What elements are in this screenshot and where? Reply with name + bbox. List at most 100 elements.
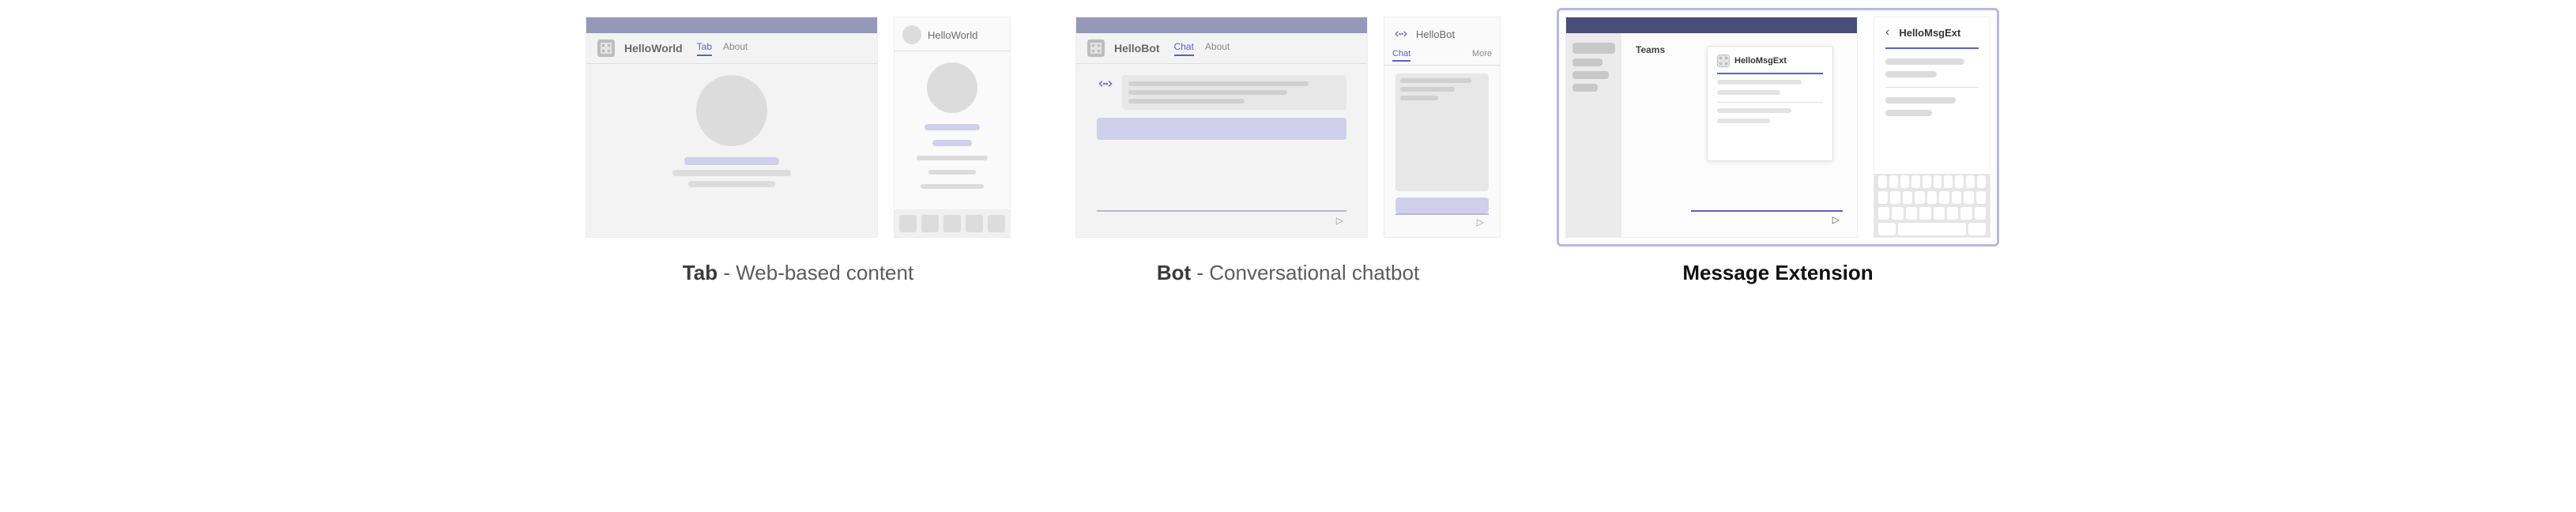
appbar-item[interactable]: [943, 215, 961, 232]
skeleton-line: [1400, 87, 1455, 92]
msgext-content: Teams HelloMsgExt: [1621, 33, 1857, 237]
caption-rest: - Conversational chatbot: [1191, 261, 1419, 284]
caption-rest: - Web-based content: [717, 261, 913, 284]
bot-message: [1097, 75, 1346, 110]
appbar-item[interactable]: [988, 215, 1005, 232]
skeleton-line: [684, 157, 779, 165]
key[interactable]: [1919, 207, 1930, 220]
keyboard-row: [1878, 175, 1986, 188]
key[interactable]: [1968, 223, 1986, 235]
appbar-item[interactable]: [921, 215, 939, 232]
skeleton-line: [1885, 110, 1932, 116]
mobile-tab-more[interactable]: More: [1472, 49, 1492, 62]
msgext-pair: Teams HelloMsgExt: [1557, 8, 1999, 247]
msgext-group: Teams HelloMsgExt: [1557, 8, 1999, 285]
back-icon[interactable]: ‹: [1882, 25, 1892, 40]
divider: [1717, 102, 1823, 103]
key[interactable]: [1878, 175, 1887, 188]
key[interactable]: [1964, 191, 1973, 204]
skeleton-line: [932, 140, 972, 146]
key[interactable]: [1889, 175, 1898, 188]
appbar-item[interactable]: [966, 215, 983, 232]
code-icon: [1097, 75, 1114, 92]
tab-mobile-window: HelloWorld: [894, 17, 1011, 238]
mobile-compose[interactable]: ▷: [1395, 213, 1489, 229]
key[interactable]: [1903, 191, 1912, 204]
sidebar-block: [1572, 71, 1609, 79]
keyboard-row: [1878, 191, 1986, 204]
window-titlebar: [586, 17, 877, 33]
skeleton-line: [928, 170, 976, 175]
mobile-body: [1874, 46, 1990, 174]
key[interactable]: [1952, 191, 1961, 204]
bot-mobile-window: HelloBot Chat More ▷: [1384, 17, 1501, 238]
key[interactable]: [1892, 207, 1903, 220]
tab-chat[interactable]: Chat: [1174, 41, 1194, 56]
mobile-header: HelloBot: [1384, 17, 1500, 49]
tab-about[interactable]: About: [1205, 41, 1230, 56]
send-icon[interactable]: ▷: [1336, 215, 1343, 226]
mobile-tab-chat[interactable]: Chat: [1392, 49, 1410, 62]
mobile-keyboard[interactable]: [1874, 174, 1990, 237]
caption-bold: Tab: [683, 261, 717, 284]
skeleton-line: [925, 124, 980, 130]
tab-tab[interactable]: Tab: [697, 41, 712, 56]
mobile-title: HelloWorld: [928, 29, 977, 41]
bot-group: HelloBot Chat About: [1067, 8, 1509, 285]
appbar-item[interactable]: [899, 215, 917, 232]
flyout-title: HelloMsgExt: [1734, 56, 1787, 66]
key[interactable]: [1966, 175, 1975, 188]
skeleton-line: [1128, 81, 1309, 86]
key[interactable]: [1960, 207, 1972, 220]
app-name: HelloBot: [1114, 42, 1160, 55]
app-name: HelloWorld: [624, 42, 683, 55]
key[interactable]: [1878, 223, 1896, 235]
key[interactable]: [1906, 207, 1917, 220]
send-icon[interactable]: ▷: [1832, 214, 1840, 225]
user-message-bubble: [1395, 198, 1489, 213]
mobile-app-bar: [894, 209, 1010, 237]
compose-box[interactable]: ▷: [1097, 210, 1346, 229]
key[interactable]: [1927, 191, 1937, 204]
user-message-row: [1395, 198, 1489, 213]
window-titlebar: [1076, 17, 1367, 33]
tab-about[interactable]: About: [723, 41, 748, 56]
skeleton-line: [1128, 99, 1245, 104]
key[interactable]: [1923, 175, 1931, 188]
compose-box[interactable]: ▷: [1691, 210, 1843, 228]
tab-desktop-window: HelloWorld Tab About: [586, 17, 878, 238]
key[interactable]: [1890, 191, 1900, 204]
skeleton-line: [921, 184, 984, 189]
app-header: HelloWorld Tab About: [586, 33, 877, 64]
key[interactable]: [1934, 175, 1942, 188]
skeleton-line: [1717, 108, 1791, 113]
user-message-row: [1097, 118, 1346, 140]
code-icon: [1392, 25, 1410, 43]
key[interactable]: [1900, 175, 1909, 188]
flyout-header: HelloMsgExt: [1717, 55, 1823, 67]
key[interactable]: [1911, 175, 1920, 188]
keyboard-row: [1878, 223, 1986, 235]
skeleton-line: [1885, 97, 1956, 104]
window-titlebar: [1566, 17, 1857, 33]
msgext-flyout[interactable]: HelloMsgExt: [1707, 46, 1833, 161]
key[interactable]: [1975, 207, 1986, 220]
key[interactable]: [1939, 191, 1949, 204]
key[interactable]: [1976, 191, 1986, 204]
sidebar-block: [1572, 58, 1602, 66]
key[interactable]: [1878, 191, 1888, 204]
key[interactable]: [1878, 207, 1889, 220]
key[interactable]: [1944, 175, 1953, 188]
avatar-icon: [902, 25, 921, 44]
message-bubble: [1122, 75, 1346, 110]
key[interactable]: [1947, 207, 1958, 220]
mobile-chat: ▷: [1384, 66, 1500, 237]
send-icon[interactable]: ▷: [1477, 216, 1484, 228]
spacebar-key[interactable]: [1898, 223, 1967, 235]
key[interactable]: [1955, 175, 1964, 188]
key[interactable]: [1934, 207, 1945, 220]
key[interactable]: [1915, 191, 1924, 204]
msgext-caption: Message Extension: [1682, 261, 1873, 285]
mobile-title: HelloBot: [1416, 28, 1455, 40]
key[interactable]: [1977, 175, 1986, 188]
